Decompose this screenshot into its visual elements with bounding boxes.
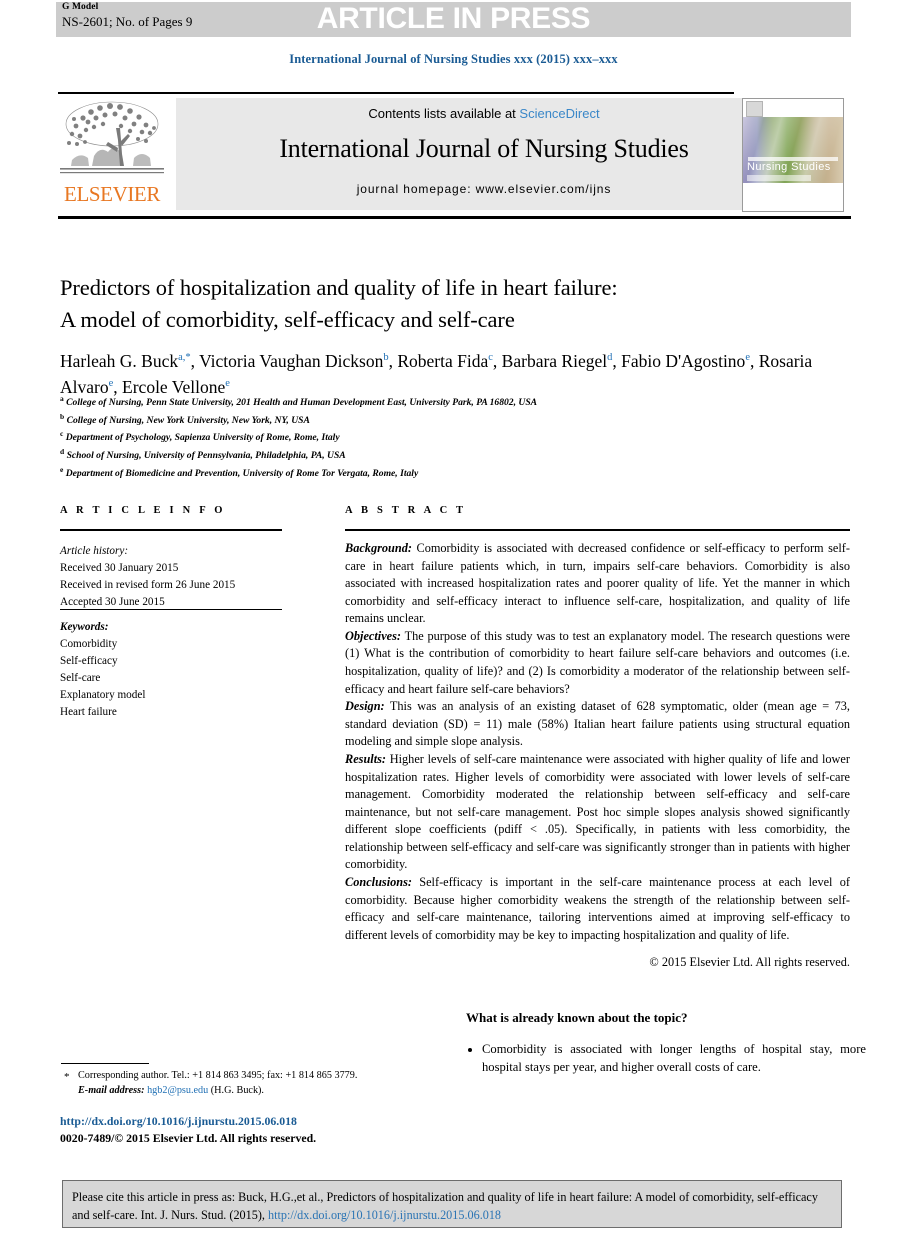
author-name: Victoria Vaughan Dickson bbox=[199, 351, 384, 371]
email-link[interactable]: hgb2@psu.edu bbox=[147, 1085, 208, 1096]
affiliation-item: a College of Nursing, Penn State Univers… bbox=[60, 393, 850, 411]
author-affiliation-marker: d bbox=[607, 352, 613, 364]
journal-homepage[interactable]: journal homepage: www.elsevier.com/ijns bbox=[176, 182, 792, 196]
abstract-section: Design: This was an analysis of an exist… bbox=[345, 698, 850, 751]
cite-this-article-text: Please cite this article in press as: Bu… bbox=[72, 1188, 834, 1224]
masthead-bottom-rule bbox=[58, 216, 851, 219]
article-info-rule-middle bbox=[60, 609, 282, 610]
elsevier-wordmark: ELSEVIER bbox=[64, 182, 160, 206]
author-name: Fabio D'Agostino bbox=[621, 351, 746, 371]
corresponding-author-note: * Corresponding author. Tel.: +1 814 863… bbox=[62, 1068, 392, 1099]
footnote-rule bbox=[61, 1063, 149, 1064]
author-name: Roberta Fida bbox=[397, 351, 489, 371]
abstract-section: Background: Comorbidity is associated wi… bbox=[345, 540, 850, 628]
keyword-item: Self-efficacy bbox=[60, 655, 118, 668]
email-address-label: E-mail address: bbox=[78, 1085, 145, 1097]
cover-title: Nursing Studies bbox=[747, 161, 831, 173]
list-item: Comorbidity is associated with longer le… bbox=[482, 1040, 866, 1076]
title-line-2: A model of comorbidity, self-efficacy an… bbox=[60, 306, 515, 332]
masthead-center-panel: Contents lists available at ScienceDirec… bbox=[176, 98, 792, 210]
masthead-top-rule bbox=[58, 92, 734, 94]
abstract-section-label: Conclusions: bbox=[345, 874, 412, 889]
author-affiliation-marker: e bbox=[108, 378, 114, 390]
affiliation-list: a College of Nursing, Penn State Univers… bbox=[60, 393, 850, 481]
cover-publisher-mark bbox=[746, 101, 763, 117]
corresponding-author-text: Corresponding author. Tel.: +1 814 863 3… bbox=[62, 1068, 392, 1099]
email-owner: (H.G. Buck). bbox=[208, 1085, 264, 1097]
author-affiliation-marker: e bbox=[225, 378, 230, 390]
already-known-list: Comorbidity is associated with longer le… bbox=[466, 1040, 866, 1076]
abstract-section-label: Results: bbox=[345, 751, 386, 766]
affiliation-item: d School of Nursing, University of Penns… bbox=[60, 446, 850, 464]
affiliation-text: Department of Psychology, Sapienza Unive… bbox=[63, 432, 340, 444]
issn-copyright-line: 0020-7489/© 2015 Elsevier Ltd. All right… bbox=[60, 1131, 317, 1145]
corresponding-contact: Corresponding author. Tel.: +1 814 863 3… bbox=[78, 1070, 358, 1081]
elsevier-logo: ELSEVIER bbox=[58, 98, 166, 210]
contents-prefix: Contents lists available at bbox=[368, 106, 520, 121]
abstract-section-text: Higher levels of self-care maintenance w… bbox=[345, 751, 850, 872]
journal-cover-thumbnail: Nursing Studies bbox=[742, 98, 844, 212]
keyword-items: Comorbidity Self-efficacy Self-care Explana… bbox=[60, 636, 300, 721]
cite-doi-link[interactable]: http://dx.doi.org/10.1016/j.ijnurstu.201… bbox=[268, 1208, 501, 1222]
keyword-item: Heart failure bbox=[60, 706, 117, 719]
already-known-heading: What is already known about the topic? bbox=[466, 1010, 688, 1025]
affiliation-text: College of Nursing, Penn State Universit… bbox=[63, 397, 538, 409]
abstract-section-text: This was an analysis of an existing data… bbox=[345, 699, 850, 749]
author-affiliation-marker: c bbox=[488, 352, 493, 364]
abstract-section: Objectives: The purpose of this study wa… bbox=[345, 628, 850, 698]
doi-link[interactable]: http://dx.doi.org/10.1016/j.ijnurstu.201… bbox=[60, 1114, 297, 1129]
journal-reference-line: International Journal of Nursing Studies… bbox=[289, 52, 618, 66]
article-history-item: Received in revised form 26 June 2015 bbox=[60, 579, 236, 592]
author-affiliation-marker: e bbox=[745, 352, 750, 364]
abstract-section-text: Comorbidity is associated with decreased… bbox=[345, 541, 850, 626]
journal-masthead: ELSEVIER Contents lists available at Sci… bbox=[58, 96, 850, 212]
contents-available-line: Contents lists available at ScienceDirec… bbox=[176, 106, 792, 121]
cover-artwork: Nursing Studies bbox=[743, 117, 843, 183]
keyword-item: Explanatory model bbox=[60, 689, 146, 702]
article-history: Article history: Received 30 January 201… bbox=[60, 543, 300, 611]
article-history-label: Article history: bbox=[60, 545, 129, 557]
abstract-section-text: Self-efficacy is important in the self-c… bbox=[345, 874, 850, 942]
affiliation-text: School of Nursing, University of Pennsyl… bbox=[64, 450, 346, 462]
journal-name: International Journal of Nursing Studies bbox=[279, 134, 689, 163]
affiliation-text: College of Nursing, New York University,… bbox=[64, 414, 310, 426]
elsevier-tree-icon bbox=[60, 101, 164, 174]
author-name: Harleah G. Buck bbox=[60, 351, 179, 371]
sciencedirect-link[interactable]: ScienceDirect bbox=[519, 106, 599, 121]
author-affiliation-marker: a,* bbox=[178, 352, 191, 364]
article-info-heading: A R T I C L E I N F O bbox=[60, 505, 226, 516]
abstract-section: Conclusions: Self-efficacy is important … bbox=[345, 874, 850, 944]
abstract-section-label: Objectives: bbox=[345, 628, 401, 643]
abstract-section-text: The purpose of this study was to test an… bbox=[345, 628, 850, 696]
abstract-rule bbox=[345, 529, 850, 531]
article-info-rule-top bbox=[60, 529, 282, 531]
keyword-item: Comorbidity bbox=[60, 638, 118, 651]
abstract-section-label: Design: bbox=[345, 699, 385, 714]
footnote-star-marker: * bbox=[64, 1071, 70, 1083]
author-name: Barbara Riegel bbox=[501, 351, 608, 371]
cover-footer-band bbox=[747, 175, 811, 181]
affiliation-item: e Department of Biomedicine and Preventi… bbox=[60, 464, 850, 482]
abstract-section-label: Background: bbox=[345, 541, 412, 555]
abstract-copyright: © 2015 Elsevier Ltd. All rights reserved… bbox=[649, 955, 850, 970]
abstract-heading: A B S T R A C T bbox=[345, 505, 467, 516]
abstract-section: Results: Higher levels of self-care main… bbox=[345, 751, 850, 874]
keyword-item: Self-care bbox=[60, 672, 101, 685]
affiliation-item: b College of Nursing, New York Universit… bbox=[60, 411, 850, 429]
affiliation-item: c Department of Psychology, Sapienza Uni… bbox=[60, 428, 850, 446]
abstract-body: Background: Comorbidity is associated wi… bbox=[345, 540, 850, 972]
article-in-press-title: ARTICLE IN PRESS bbox=[316, 2, 591, 35]
article-history-items: Received 30 January 2015 Received in revi… bbox=[60, 560, 300, 611]
keywords-label: Keywords: bbox=[60, 621, 109, 633]
page-title: Predictors of hospitalization and qualit… bbox=[60, 272, 850, 336]
title-line-1: Predictors of hospitalization and qualit… bbox=[60, 275, 618, 300]
article-history-item: Received 30 January 2015 bbox=[60, 562, 179, 575]
author-affiliation-marker: b bbox=[383, 352, 389, 364]
affiliation-text: Department of Biomedicine and Prevention… bbox=[63, 467, 419, 479]
keywords-block: Keywords: Comorbidity Self-efficacy Self-c… bbox=[60, 619, 300, 721]
